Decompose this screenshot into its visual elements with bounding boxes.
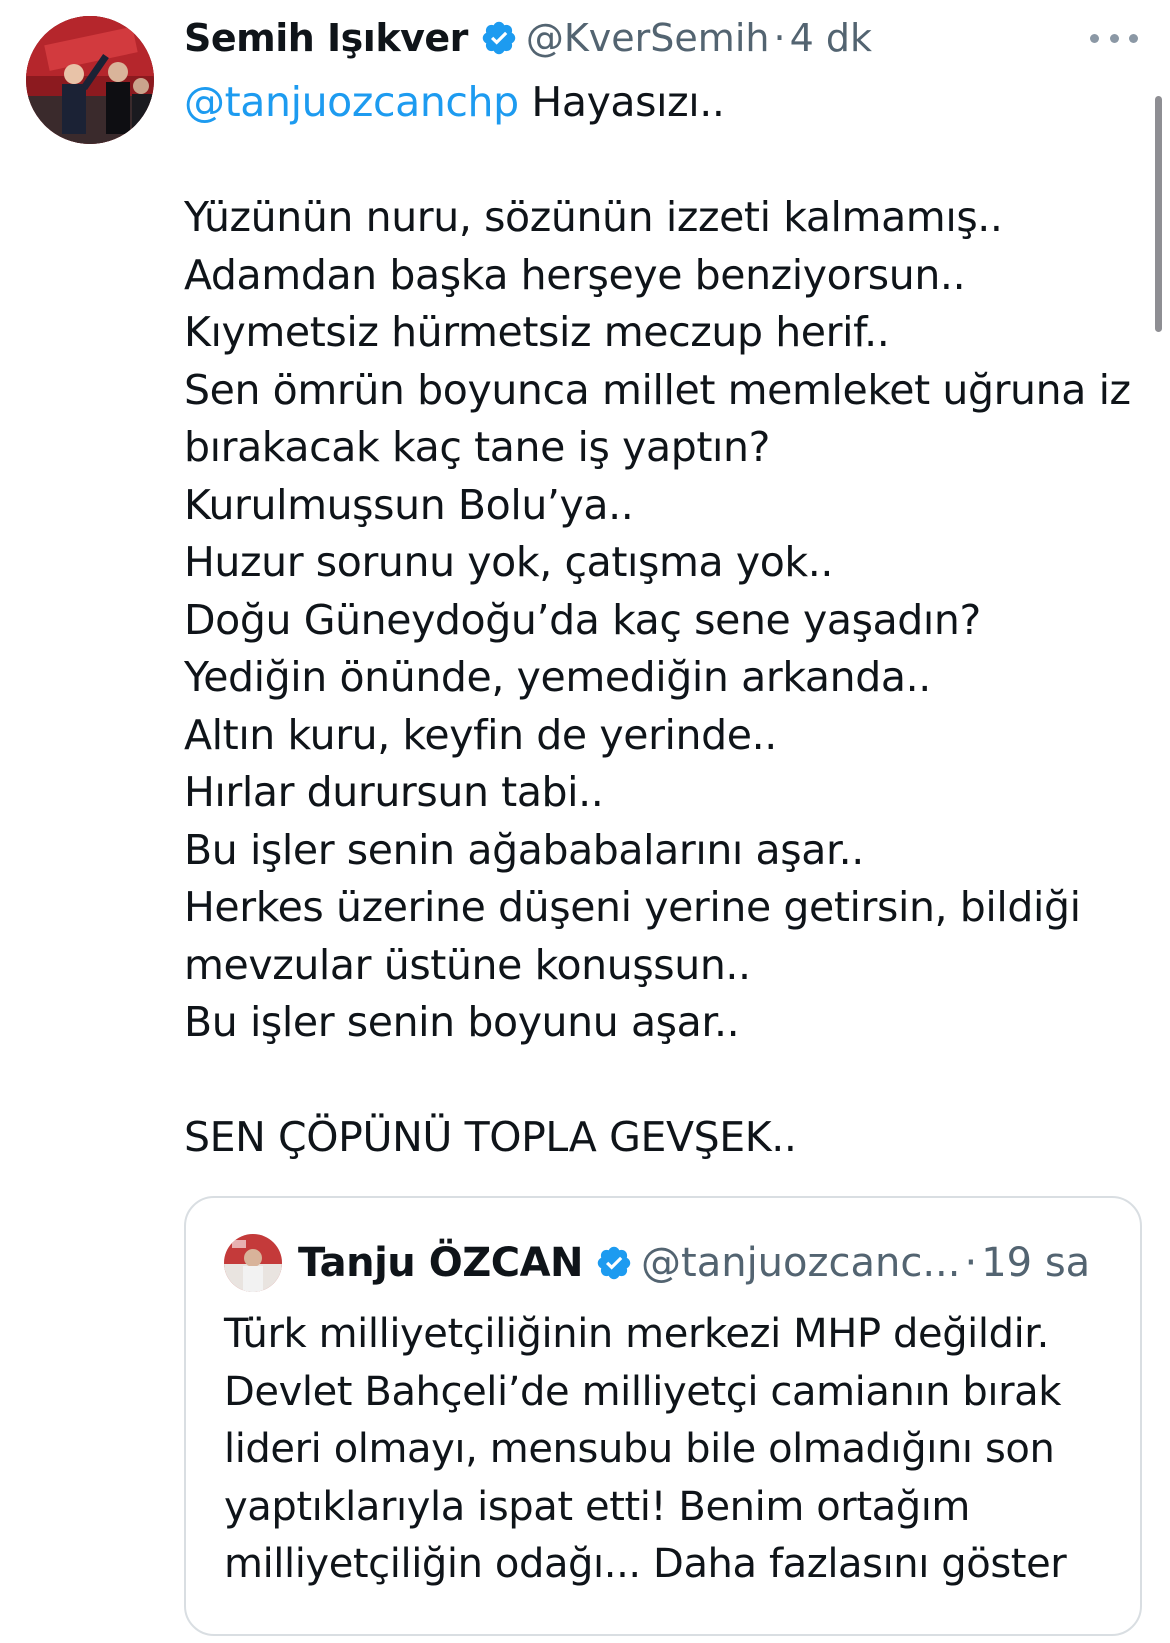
quoted-tweet-header: Tanju ÖZCAN @tanjuozcanc... · 19 sa xyxy=(224,1234,1090,1292)
show-more-link[interactable]: Daha fazlasını göster xyxy=(653,1541,1067,1587)
text-line: Bu işler senin boyunu aşar.. xyxy=(184,998,740,1046)
quoted-tweet-time[interactable]: 19 sa xyxy=(981,1234,1090,1292)
separator-dot: · xyxy=(773,16,786,60)
tweet-time[interactable]: 4 dk xyxy=(790,12,872,64)
first-line: @tanjuozcanchp Hayasızı.. xyxy=(184,74,1144,132)
text-line: Herkes üzerine düşeni yerine getirsin, b… xyxy=(184,883,1081,931)
quoted-profile-photo-icon xyxy=(224,1234,282,1292)
quoted-author-name[interactable]: Tanju ÖZCAN xyxy=(298,1234,584,1292)
text-line: Doğu Güneydoğu’da kaç sene yaşadın? xyxy=(184,595,981,644)
text-line: Hırlar durursun tabi.. xyxy=(184,768,604,816)
text-line: Adamdan başka herşeye benziyorsun.. xyxy=(184,250,966,299)
author-avatar[interactable] xyxy=(26,16,154,144)
closing-line: SEN ÇÖPÜNÜ TOPLA GEVŞEK.. xyxy=(184,1113,797,1161)
quoted-text-line: Devlet Bahçeli’de milliyetçi camianın bı… xyxy=(224,1368,1062,1415)
text-line: mevzular üstüne konuşsun.. xyxy=(184,940,751,989)
separator-dot: · xyxy=(964,1240,978,1286)
reply-mention-link[interactable]: @tanjuozcanchp xyxy=(184,78,519,126)
tweet-text: @tanjuozcanchp Hayasızı.. Yüzünün nuru, … xyxy=(184,74,1144,1167)
quoted-text-line: lideri olmayı, mensubu bile olmadığını s… xyxy=(224,1426,1055,1472)
verified-badge-icon xyxy=(595,1244,633,1282)
scrollbar[interactable] xyxy=(1155,96,1162,332)
more-dots-icon[interactable] xyxy=(1090,24,1138,52)
first-line-text: Hayasızı.. xyxy=(518,78,725,126)
profile-photo-icon xyxy=(26,16,154,144)
text-line: Sen ömrün boyunca millet memleket uğruna… xyxy=(184,365,1131,414)
text-line: Yediğin önünde, yemediğin arkanda.. xyxy=(184,653,931,701)
quoted-last-line: milliyetçiliğin odağı... Daha fazlasını … xyxy=(224,1536,1124,1594)
quoted-tweet-text: Türk milliyetçiliğinin merkezi MHP değil… xyxy=(224,1306,1124,1594)
author-handle[interactable]: @KverSemih xyxy=(526,12,770,64)
tweet-header: Semih Işıkver @KverSemih · 4 dk xyxy=(184,12,872,64)
quoted-text-end: milliyetçiliğin odağı... xyxy=(224,1541,641,1587)
quoted-author-handle[interactable]: @tanjuozcanc... xyxy=(641,1234,960,1292)
text-line: Altın kuru, keyfin de yerinde.. xyxy=(184,710,777,759)
text-line: Yüzünün nuru, sözünün izzeti kalmamış.. xyxy=(184,193,1003,241)
text-line: Bu işler senin ağababalarını aşar.. xyxy=(184,825,864,874)
text-line: Kıymetsiz hürmetsiz meczup herif.. xyxy=(184,308,890,356)
quoted-author-avatar xyxy=(224,1234,282,1292)
author-name[interactable]: Semih Işıkver xyxy=(184,12,468,64)
quoted-text-line: Türk milliyetçiliğinin merkezi MHP değil… xyxy=(224,1311,1049,1357)
text-line: bırakacak kaç tane iş yaptın? xyxy=(184,423,770,471)
text-line: Huzur sorunu yok, çatışma yok.. xyxy=(184,538,834,586)
verified-badge-icon xyxy=(480,19,518,57)
quoted-tweet[interactable]: Tanju ÖZCAN @tanjuozcanc... · 19 sa Türk… xyxy=(184,1196,1142,1636)
tweet[interactable]: Semih Işıkver @KverSemih · 4 dk @tanjuoz… xyxy=(0,0,1170,1643)
text-line: Kurulmuşsun Bolu’ya.. xyxy=(184,480,634,529)
quoted-text-line: yaptıklarıyla ispat etti! Benim ortağım xyxy=(224,1483,971,1530)
